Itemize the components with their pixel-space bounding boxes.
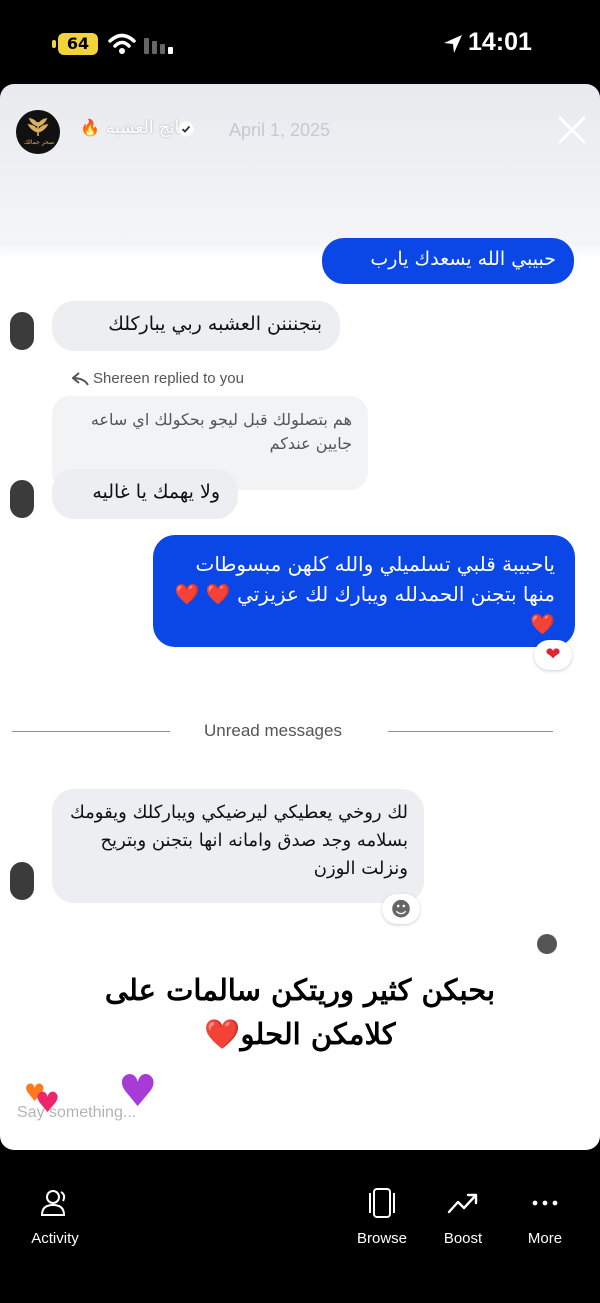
browse-cards-icon (369, 1188, 395, 1218)
received-message: ولا يهمك يا غاليه (52, 469, 238, 519)
browse-tab[interactable]: Browse (342, 1188, 422, 1247)
location-arrow-icon (444, 35, 462, 53)
sender-avatar (10, 480, 34, 518)
reply-icon (72, 372, 89, 386)
more-label: More (527, 1230, 563, 1247)
seen-avatar (537, 934, 557, 954)
fire-icon: 🔥 (80, 118, 100, 137)
more-dots-icon (532, 1200, 558, 1206)
boost-label: Boost (443, 1230, 483, 1247)
unread-messages-label: Unread messages (204, 721, 342, 740)
activity-tab[interactable]: Activity (15, 1188, 95, 1247)
clock: 14:01 (468, 28, 532, 56)
more-tab[interactable]: More (505, 1188, 585, 1247)
boost-tab[interactable]: Boost (423, 1188, 503, 1247)
chat-screenshot: حبيبي الله يسعدك يارب بتجنننن العشبه ربي… (10, 238, 586, 994)
caption-line-1: بحبكن كثير وريتكن سالمات على (104, 973, 496, 1007)
caption-line-2: كلامكن الحلو❤️ (204, 1017, 396, 1051)
cellular-signal-icon (144, 38, 173, 54)
author-avatar[interactable] (16, 110, 60, 154)
sender-avatar (10, 862, 34, 900)
story-date: April 1, 2025 (229, 120, 331, 140)
received-message: لك روخي يعطيكي ليرضيكي ويباركلك ويقومك ب… (52, 789, 424, 903)
activity-label: Activity (31, 1230, 79, 1247)
sent-message: ياحبيبة قلبي تسلميلي والله كلهن مبسوطات … (153, 535, 575, 647)
status-bar: 64 14:01 (0, 0, 600, 84)
wheat-logo-icon (27, 117, 49, 136)
verified-badge-icon (178, 121, 194, 137)
reply-input[interactable]: Say something... (17, 1104, 136, 1122)
heart-reaction-badge: ❤ (534, 640, 572, 670)
browse-label: Browse (356, 1230, 408, 1247)
close-icon[interactable] (556, 114, 588, 146)
bottom-nav: Activity Browse Boost More (0, 1150, 600, 1303)
received-message: بتجنننن العشبه ربي يباركلك (52, 301, 340, 351)
trending-up-icon (447, 1193, 478, 1214)
avatar-brand-text: سحر جمالك (23, 139, 54, 146)
battery-indicator: 64 (52, 33, 98, 55)
divider-line (12, 731, 170, 732)
divider-line (388, 731, 553, 732)
sender-avatar (10, 312, 34, 350)
sent-message: حبيبي الله يسعدك يارب (322, 238, 574, 284)
add-reaction-icon: ☻ (382, 894, 420, 924)
story-card[interactable]: حبيبي الله يسعدك يارب بتجنننن العشبه ربي… (0, 84, 600, 1150)
reply-label: Shereen replied to you (93, 370, 244, 387)
people-icon (40, 1190, 66, 1216)
wifi-icon (108, 33, 136, 54)
story-caption: بحبكن كثير وريتكن سالمات على كلامكن الحل… (88, 968, 512, 1056)
